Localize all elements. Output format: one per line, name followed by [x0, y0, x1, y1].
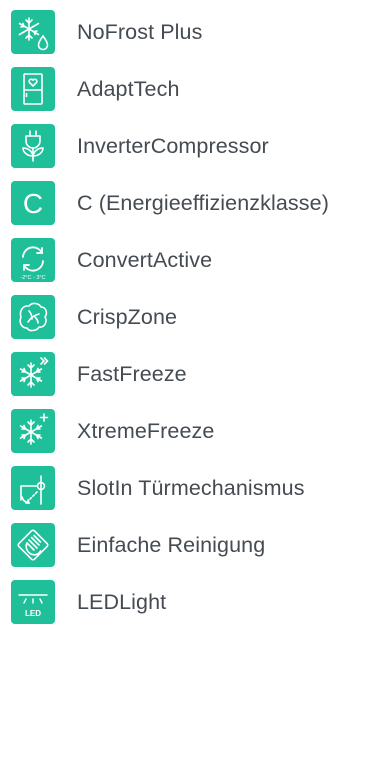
feature-label: FastFreeze: [77, 362, 187, 386]
feature-item-energy-class: C C (Energieeffizienzklasse): [0, 181, 385, 225]
svg-text:C: C: [23, 188, 43, 219]
snowflake-fast-icon: [11, 352, 55, 396]
feature-item-nofrost-plus: NoFrost Plus: [0, 10, 385, 54]
feature-label: NoFrost Plus: [77, 20, 203, 44]
feature-label: SlotIn Türmechanismus: [77, 476, 305, 500]
feature-item-ledlight: LED LEDLight: [0, 580, 385, 624]
feature-label: C (Energieeffizienzklasse): [77, 191, 329, 215]
feature-label: ConvertActive: [77, 248, 213, 272]
plug-leaf-icon: [11, 124, 55, 168]
feature-item-adapttech: AdaptTech: [0, 67, 385, 111]
feature-label: CrispZone: [77, 305, 178, 329]
feature-item-crispzone: CrispZone: [0, 295, 385, 339]
feature-item-xtremefreeze: XtremeFreeze: [0, 409, 385, 453]
feature-item-convertactive: -2°C - 3°C ConvertActive: [0, 238, 385, 282]
energy-class-c-icon: C: [11, 181, 55, 225]
feature-item-slotin: SlotIn Türmechanismus: [0, 466, 385, 510]
convert-arrows-icon: -2°C - 3°C: [11, 238, 55, 282]
snowflake-plus-icon: [11, 409, 55, 453]
feature-item-invertercompressor: InverterCompressor: [0, 124, 385, 168]
led-light-icon: LED: [11, 580, 55, 624]
feature-item-fastfreeze: FastFreeze: [0, 352, 385, 396]
feature-label: AdaptTech: [77, 77, 180, 101]
svg-text:-2°C - 3°C: -2°C - 3°C: [20, 275, 45, 281]
feature-label: XtremeFreeze: [77, 419, 215, 443]
snowflake-drop-icon: [11, 10, 55, 54]
lettuce-icon: [11, 295, 55, 339]
fridge-heart-icon: [11, 67, 55, 111]
feature-label: Einfache Reinigung: [77, 533, 266, 557]
feature-label: LEDLight: [77, 590, 167, 614]
hand-wipe-icon: [11, 523, 55, 567]
svg-text:LED: LED: [25, 609, 41, 618]
door-hinge-icon: [11, 466, 55, 510]
feature-label: InverterCompressor: [77, 134, 269, 158]
feature-item-einfache-reinigung: Einfache Reinigung: [0, 523, 385, 567]
